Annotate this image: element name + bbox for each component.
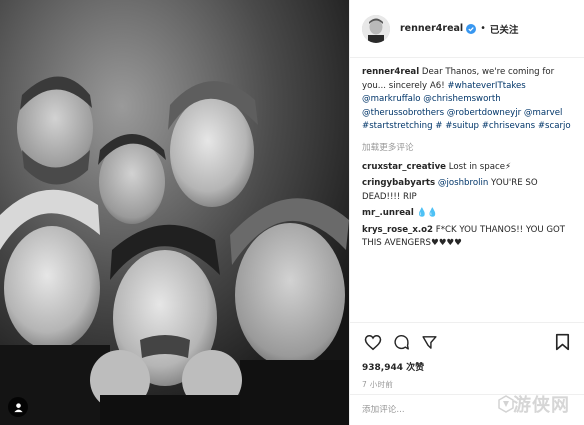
share-button[interactable] bbox=[418, 331, 440, 353]
watermark-logo-icon bbox=[498, 395, 514, 413]
comment-username[interactable]: cringybabyarts bbox=[362, 178, 435, 188]
heart-icon bbox=[364, 334, 382, 350]
comment-text: Lost in space⚡ bbox=[448, 161, 512, 172]
caption-tag[interactable]: @markruffalo bbox=[362, 94, 421, 104]
likes-count[interactable]: 938,944 次赞 bbox=[362, 360, 573, 373]
header-username[interactable]: renner4real bbox=[400, 23, 463, 34]
bookmark-icon bbox=[555, 333, 569, 351]
tag-people-icon bbox=[13, 402, 23, 412]
load-more-comments[interactable]: 加载更多评论 bbox=[362, 141, 572, 153]
post-actions: 938,944 次赞 7 小时前 bbox=[350, 322, 584, 390]
comment: mr_.unreal 💧💧 bbox=[362, 207, 572, 221]
caption-tag[interactable]: @chrishemsworth bbox=[423, 94, 500, 104]
comment-mention[interactable]: @joshbrolin bbox=[438, 178, 488, 188]
action-icons bbox=[362, 331, 573, 353]
caption-tag[interactable]: #suitup bbox=[445, 121, 479, 131]
post-header: renner4real • 已关注 bbox=[350, 0, 584, 58]
comment: krys_rose_x.o2 F*CK YOU THANOS!! YOU GOT… bbox=[362, 224, 572, 251]
post-side-panel: renner4real • 已关注 renner4real Dear Thano… bbox=[349, 0, 584, 425]
comment: cringybabyarts @joshbrolin YOU'RE SO DEA… bbox=[362, 177, 572, 204]
tag-people-button[interactable] bbox=[8, 397, 28, 417]
caption-tag[interactable]: # bbox=[435, 121, 442, 131]
comment-button[interactable] bbox=[390, 331, 412, 353]
group-selfie-image bbox=[0, 0, 349, 425]
comment-icon bbox=[393, 334, 409, 350]
avatar-image bbox=[362, 14, 390, 43]
post-photo[interactable] bbox=[0, 0, 349, 425]
comment-text: 💧💧 bbox=[416, 208, 438, 218]
caption-tag[interactable]: @marvel bbox=[524, 108, 563, 118]
caption-tag[interactable]: #scarjo bbox=[538, 121, 571, 131]
like-button[interactable] bbox=[362, 331, 384, 353]
comment-username[interactable]: krys_rose_x.o2 bbox=[362, 225, 433, 235]
caption-tag[interactable]: @therussobrothers bbox=[362, 108, 444, 118]
avatar[interactable] bbox=[362, 14, 390, 43]
caption-tag[interactable]: #startstretching bbox=[362, 121, 433, 131]
follow-button[interactable]: 已关注 bbox=[490, 22, 519, 36]
comment-username[interactable]: cruxstar_creative bbox=[362, 162, 446, 172]
save-button[interactable] bbox=[551, 331, 573, 353]
header-separator: • bbox=[480, 23, 486, 34]
post-timestamp[interactable]: 7 小时前 bbox=[362, 379, 573, 390]
watermark-text: 游侠网 bbox=[513, 395, 570, 416]
caption-username[interactable]: renner4real bbox=[362, 67, 419, 77]
caption-tag[interactable]: #whateverITtakes bbox=[447, 81, 525, 91]
comment-username[interactable]: mr_.unreal bbox=[362, 208, 414, 218]
verified-icon bbox=[466, 23, 477, 34]
caption: renner4real Dear Thanos, we're coming fo… bbox=[362, 66, 572, 134]
share-icon bbox=[421, 335, 437, 349]
caption-tag[interactable]: #chrisevans bbox=[482, 121, 535, 131]
watermark-logo bbox=[498, 395, 514, 417]
caption-tag[interactable]: @robertdowneyjr bbox=[447, 108, 521, 118]
comment: cruxstar_creative Lost in space⚡ bbox=[362, 161, 572, 175]
comments-section: renner4real Dear Thanos, we're coming fo… bbox=[350, 58, 584, 326]
